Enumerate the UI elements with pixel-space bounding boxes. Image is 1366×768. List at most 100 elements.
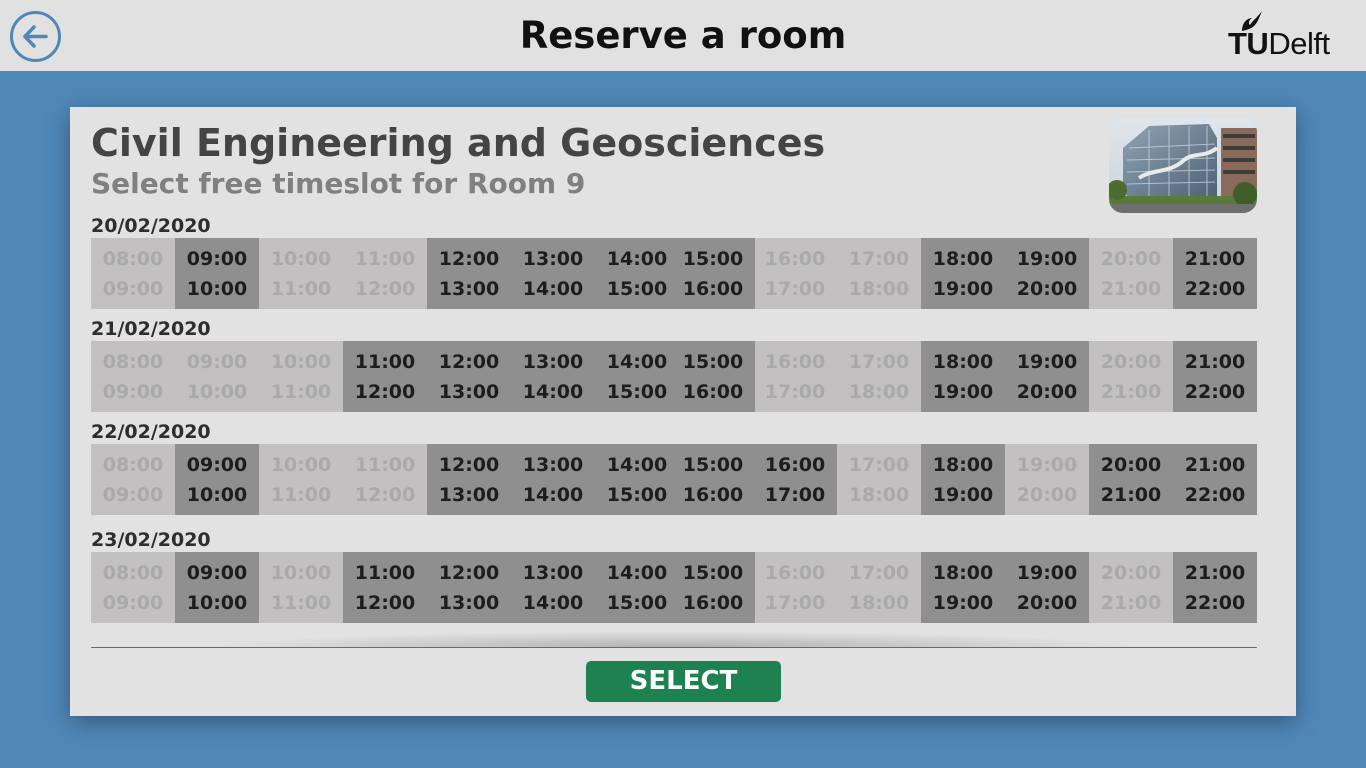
slot-start-time: 14:00 [606, 350, 668, 373]
slot-end-time: 15:00 [606, 483, 668, 506]
slot-start-time: 15:00 [682, 561, 744, 584]
slot-end-time: 21:00 [1100, 277, 1162, 300]
slot-start-time: 18:00 [932, 247, 994, 270]
timeslot-free[interactable]: 19:00 20:00 [1005, 341, 1089, 412]
slot-end-time: 21:00 [1100, 380, 1162, 403]
reservation-panel: Civil Engineering and Geosciences Select… [70, 107, 1296, 716]
timeslot-unavailable: 10:00 11:00 [259, 341, 343, 412]
timeslot-free[interactable]: 18:00 19:00 [921, 444, 1005, 515]
timeslot-free[interactable]: 19:00 20:00 [1005, 552, 1089, 623]
slot-end-time: 09:00 [102, 591, 164, 614]
timeslot-unavailable: 17:00 18:00 [837, 444, 921, 515]
building-photo [1109, 118, 1257, 213]
timeslot-unavailable: 16:00 17:00 [753, 552, 837, 623]
slot-start-time: 12:00 [438, 247, 500, 270]
timeslot-free[interactable]: 13:00 14:00 [511, 552, 595, 623]
logo-delft-text: Delft [1268, 26, 1330, 61]
timeslot-free[interactable]: 12:00 13:00 [427, 341, 511, 412]
slot-start-time: 17:00 [848, 247, 910, 270]
timeslot-free[interactable]: 20:00 21:00 [1089, 444, 1173, 515]
timeslot-free[interactable]: 21:00 22:00 [1173, 238, 1257, 309]
slot-end-time: 13:00 [438, 380, 500, 403]
slot-start-time: 19:00 [1016, 350, 1078, 373]
slot-start-time: 09:00 [186, 247, 248, 270]
timeslot-free[interactable]: 09:00 10:00 [175, 238, 259, 309]
slot-start-time: 13:00 [522, 247, 584, 270]
timeslot-free[interactable]: 19:00 20:00 [1005, 238, 1089, 309]
timeslot-free[interactable]: 15:00 16:00 [671, 341, 755, 412]
timeslot-free[interactable]: 21:00 22:00 [1173, 552, 1257, 623]
slot-start-time: 16:00 [764, 561, 826, 584]
slot-end-time: 15:00 [606, 380, 668, 403]
slot-end-time: 10:00 [186, 591, 248, 614]
slot-end-time: 19:00 [932, 277, 994, 300]
slot-start-time: 14:00 [606, 453, 668, 476]
timeslot-free[interactable]: 18:00 19:00 [921, 341, 1005, 412]
timeslot-free[interactable]: 15:00 16:00 [671, 238, 755, 309]
slot-start-time: 10:00 [270, 561, 332, 584]
timeslot-free[interactable]: 12:00 13:00 [427, 444, 511, 515]
slot-end-time: 20:00 [1016, 380, 1078, 403]
timeslot-free[interactable]: 13:00 14:00 [511, 444, 595, 515]
timeslot-free[interactable]: 15:00 16:00 [671, 552, 755, 623]
slot-start-time: 12:00 [438, 350, 500, 373]
slot-end-time: 14:00 [522, 591, 584, 614]
timeslot-free[interactable]: 11:00 12:00 [343, 552, 427, 623]
slot-start-time: 17:00 [848, 350, 910, 373]
timeslot-free[interactable]: 21:00 22:00 [1173, 444, 1257, 515]
timeslot-free[interactable]: 14:00 15:00 [595, 341, 679, 412]
slot-end-time: 16:00 [682, 277, 744, 300]
slot-start-time: 10:00 [270, 350, 332, 373]
timeslot-free[interactable]: 14:00 15:00 [595, 238, 679, 309]
slot-start-time: 19:00 [1016, 247, 1078, 270]
slot-start-time: 14:00 [606, 561, 668, 584]
slot-end-time: 11:00 [270, 380, 332, 403]
timeslot-free[interactable]: 16:00 17:00 [753, 444, 837, 515]
slot-start-time: 15:00 [682, 453, 744, 476]
slot-start-time: 20:00 [1100, 453, 1162, 476]
timeslot-free[interactable]: 21:00 22:00 [1173, 341, 1257, 412]
timeslot-unavailable: 08:00 09:00 [91, 238, 175, 309]
timeslot-free[interactable]: 12:00 13:00 [427, 552, 511, 623]
slot-start-time: 09:00 [186, 453, 248, 476]
slot-end-time: 12:00 [354, 277, 416, 300]
slot-end-time: 17:00 [764, 380, 826, 403]
divider [91, 647, 1257, 648]
timeslot-free[interactable]: 18:00 19:00 [921, 238, 1005, 309]
slot-end-time: 10:00 [186, 277, 248, 300]
select-button[interactable]: SELECT [586, 661, 781, 702]
timeslot-unavailable: 17:00 18:00 [837, 552, 921, 623]
slot-start-time: 13:00 [522, 453, 584, 476]
slot-end-time: 21:00 [1100, 483, 1162, 506]
slot-end-time: 18:00 [848, 277, 910, 300]
divider-shadow [210, 631, 1140, 647]
slot-end-time: 19:00 [932, 591, 994, 614]
slot-start-time: 08:00 [102, 453, 164, 476]
slot-start-time: 18:00 [932, 453, 994, 476]
slot-start-time: 16:00 [764, 247, 826, 270]
timeslot-unavailable: 20:00 21:00 [1089, 552, 1173, 623]
slot-end-time: 11:00 [270, 591, 332, 614]
timeslot-free[interactable]: 12:00 13:00 [427, 238, 511, 309]
timeslot-free[interactable]: 15:00 16:00 [671, 444, 755, 515]
slot-end-time: 22:00 [1184, 483, 1246, 506]
room-subtitle: Select free timeslot for Room 9 [91, 167, 586, 200]
timeslot-free[interactable]: 11:00 12:00 [343, 341, 427, 412]
timeslot-free[interactable]: 14:00 15:00 [595, 444, 679, 515]
timeslot-free[interactable]: 14:00 15:00 [595, 552, 679, 623]
slot-end-time: 14:00 [522, 277, 584, 300]
timeslot-unavailable: 11:00 12:00 [343, 238, 427, 309]
timeslot-free[interactable]: 09:00 10:00 [175, 444, 259, 515]
slot-start-time: 08:00 [102, 350, 164, 373]
timeslot-unavailable: 20:00 21:00 [1089, 238, 1173, 309]
slot-end-time: 20:00 [1016, 277, 1078, 300]
timeslot-unavailable: 19:00 20:00 [1005, 444, 1089, 515]
timeslot-free[interactable]: 09:00 10:00 [175, 552, 259, 623]
slot-end-time: 10:00 [186, 380, 248, 403]
timeslot-row: 08:00 09:00 09:00 10:00 10:00 11:00 11:00 12:00… [91, 341, 1257, 412]
date-label: 23/02/2020 [91, 529, 211, 551]
date-label: 20/02/2020 [91, 215, 211, 237]
timeslot-free[interactable]: 13:00 14:00 [511, 238, 595, 309]
timeslot-free[interactable]: 13:00 14:00 [511, 341, 595, 412]
timeslot-free[interactable]: 18:00 19:00 [921, 552, 1005, 623]
